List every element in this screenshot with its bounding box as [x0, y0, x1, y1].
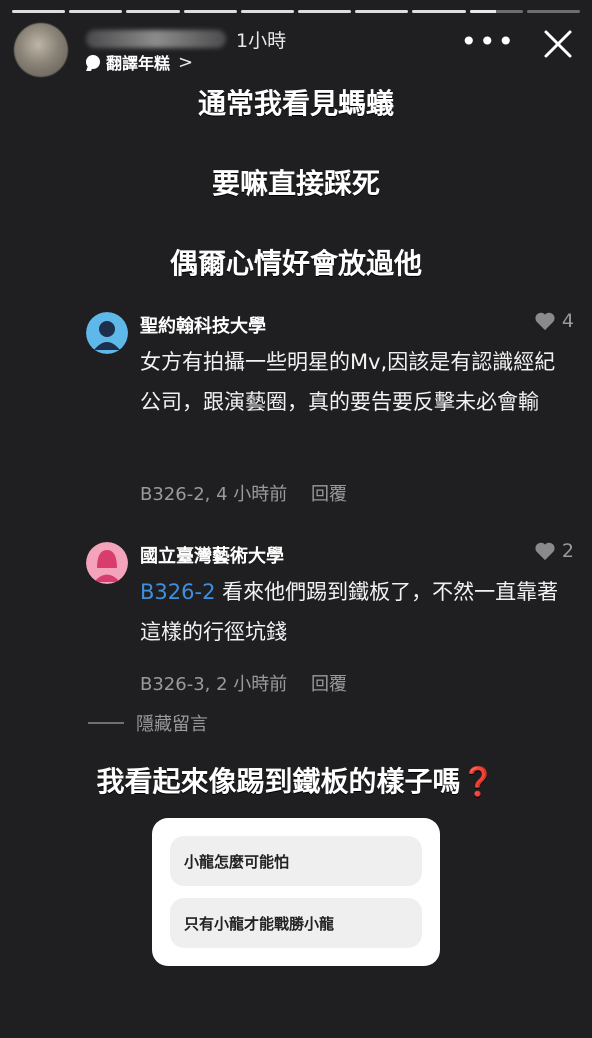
comment-school: 國立臺灣藝術大學 — [140, 546, 284, 567]
mention-link[interactable]: B326-2 — [140, 580, 215, 604]
like-count: 2 — [561, 540, 574, 562]
school-avatar[interactable] — [86, 312, 128, 354]
username-blurred[interactable] — [86, 30, 226, 48]
comment-meta: B326-2, 4 小時前 回覆 — [140, 480, 347, 506]
comment-meta: B326-3, 2 小時前 回覆 — [140, 670, 347, 696]
comment-body: 女方有拍攝一些明星的Mv,因該是有認識經紀公司，跟演藝圈，真的要告要反擊未必會輸 — [140, 350, 556, 414]
progress-segment — [12, 10, 66, 13]
like-count: 4 — [561, 310, 574, 332]
like-button[interactable]: 4 — [534, 310, 574, 332]
reply-button[interactable]: 回覆 — [311, 484, 347, 505]
male-avatar-icon — [86, 312, 128, 354]
comment-body: B326-2 看來他們踢到鐵板了，不然一直靠著這樣的行徑坑錢 — [140, 572, 574, 652]
story-question: 我看起來像踢到鐵板的樣子嗎❓ — [0, 760, 592, 800]
speech-bubble-icon — [86, 55, 100, 69]
progress-segment — [183, 10, 237, 13]
comment-card: 國立臺灣藝術大學 2 B326-2 看來他們踢到鐵板了，不然一直靠著這樣的行徑坑… — [86, 540, 574, 702]
poll-sticker: 小龍怎麼可能怕 只有小龍才能戰勝小龍 — [152, 818, 440, 966]
heart-icon — [535, 542, 555, 561]
progress-segment — [355, 10, 409, 13]
poll-option[interactable]: 小龍怎麼可能怕 — [170, 836, 422, 886]
progress-segment — [126, 10, 180, 13]
hide-comments-label: 隱藏留言 — [136, 714, 208, 735]
story-text-line: 偶爾心情好會放過他 — [169, 247, 422, 280]
comment-id-time: B326-3, 2 小時前 — [140, 674, 288, 695]
like-button[interactable]: 2 — [534, 540, 574, 562]
school-avatar[interactable] — [86, 542, 128, 584]
divider-dash — [88, 722, 124, 724]
post-time: 1小時 — [236, 30, 287, 52]
translate-link[interactable]: 翻譯年糕 > — [86, 50, 193, 74]
female-avatar-icon — [86, 542, 128, 584]
chevron-right-icon: > — [178, 51, 194, 73]
comment-school: 聖約翰科技大學 — [140, 316, 266, 337]
red-question-mark-icon: ❓ — [460, 765, 496, 798]
progress-segment — [240, 10, 295, 13]
progress-segment — [69, 10, 123, 13]
story-header: 1小時 翻譯年糕 > ••• — [14, 22, 578, 77]
story-text-line: 要嘛直接踩死 — [211, 167, 380, 200]
translate-label: 翻譯年糕 — [106, 54, 171, 73]
hide-comments-toggle[interactable]: 隱藏留言 — [88, 710, 208, 736]
question-text: 我看起來像踢到鐵板的樣子嗎 — [96, 765, 461, 798]
story-progress-bar — [12, 10, 581, 13]
progress-segment-current — [469, 10, 523, 13]
reply-button[interactable]: 回覆 — [311, 674, 347, 695]
close-x-icon[interactable] — [538, 24, 578, 64]
heart-icon — [535, 312, 555, 331]
poll-option[interactable]: 只有小龍才能戰勝小龍 — [170, 898, 422, 948]
progress-fill — [469, 10, 497, 13]
profile-avatar[interactable] — [14, 23, 68, 77]
comment-card: 聖約翰科技大學 4 女方有拍攝一些明星的Mv,因該是有認識經紀公司，跟演藝圈，真… — [86, 310, 574, 512]
progress-segment — [298, 10, 352, 13]
more-dots-icon[interactable]: ••• — [460, 28, 516, 56]
progress-segment — [412, 10, 466, 13]
story-text-line: 通常我看見螞蟻 — [197, 87, 394, 120]
comment-id-time: B326-2, 4 小時前 — [140, 484, 288, 505]
progress-segment — [526, 10, 581, 13]
